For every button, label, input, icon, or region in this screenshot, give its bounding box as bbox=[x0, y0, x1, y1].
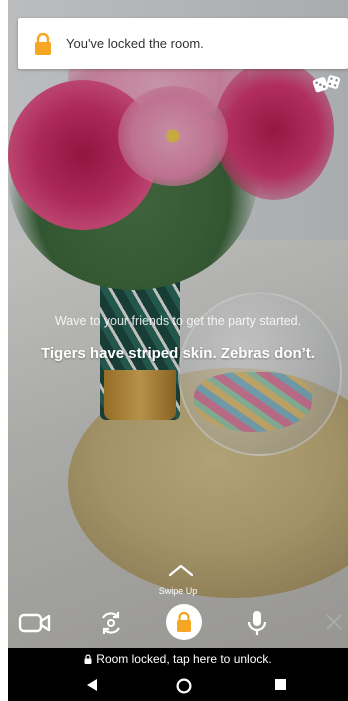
android-nav-bar bbox=[8, 670, 348, 701]
leave-room-button[interactable] bbox=[324, 612, 344, 632]
camera-flip-icon bbox=[102, 612, 120, 634]
lock-icon bbox=[84, 654, 92, 664]
app-screen: You've locked the room. Wave to your fri… bbox=[8, 0, 348, 701]
unlock-room-text: Room locked, tap here to unlock. bbox=[96, 652, 272, 666]
video-camera-icon bbox=[18, 613, 51, 633]
video-toggle-button[interactable] bbox=[18, 610, 52, 636]
lock-icon bbox=[35, 32, 51, 55]
swipe-up-label[interactable]: Swipe Up bbox=[8, 586, 348, 596]
microphone-button[interactable] bbox=[244, 608, 270, 638]
back-triangle-icon[interactable] bbox=[85, 678, 99, 692]
microphone-icon bbox=[247, 611, 267, 635]
lock-notification[interactable]: You've locked the room. bbox=[18, 18, 348, 69]
unlock-room-bar[interactable]: Room locked, tap here to unlock. bbox=[8, 648, 348, 670]
fun-fact-text: Tigers have striped skin. Zebras don’t. bbox=[41, 345, 315, 362]
dice-icon[interactable] bbox=[312, 73, 342, 95]
room-lock-button[interactable] bbox=[166, 604, 202, 640]
close-icon bbox=[326, 614, 342, 630]
recent-apps-square-icon[interactable] bbox=[274, 678, 287, 691]
notification-text: You've locked the room. bbox=[66, 36, 204, 51]
flip-camera-button[interactable] bbox=[96, 608, 126, 638]
lock-icon bbox=[177, 611, 191, 632]
chevron-up-icon[interactable] bbox=[168, 563, 194, 577]
call-controls bbox=[8, 600, 348, 648]
home-circle-icon[interactable] bbox=[176, 678, 192, 694]
party-hint-text: Wave to your friends to get the party st… bbox=[54, 314, 302, 328]
